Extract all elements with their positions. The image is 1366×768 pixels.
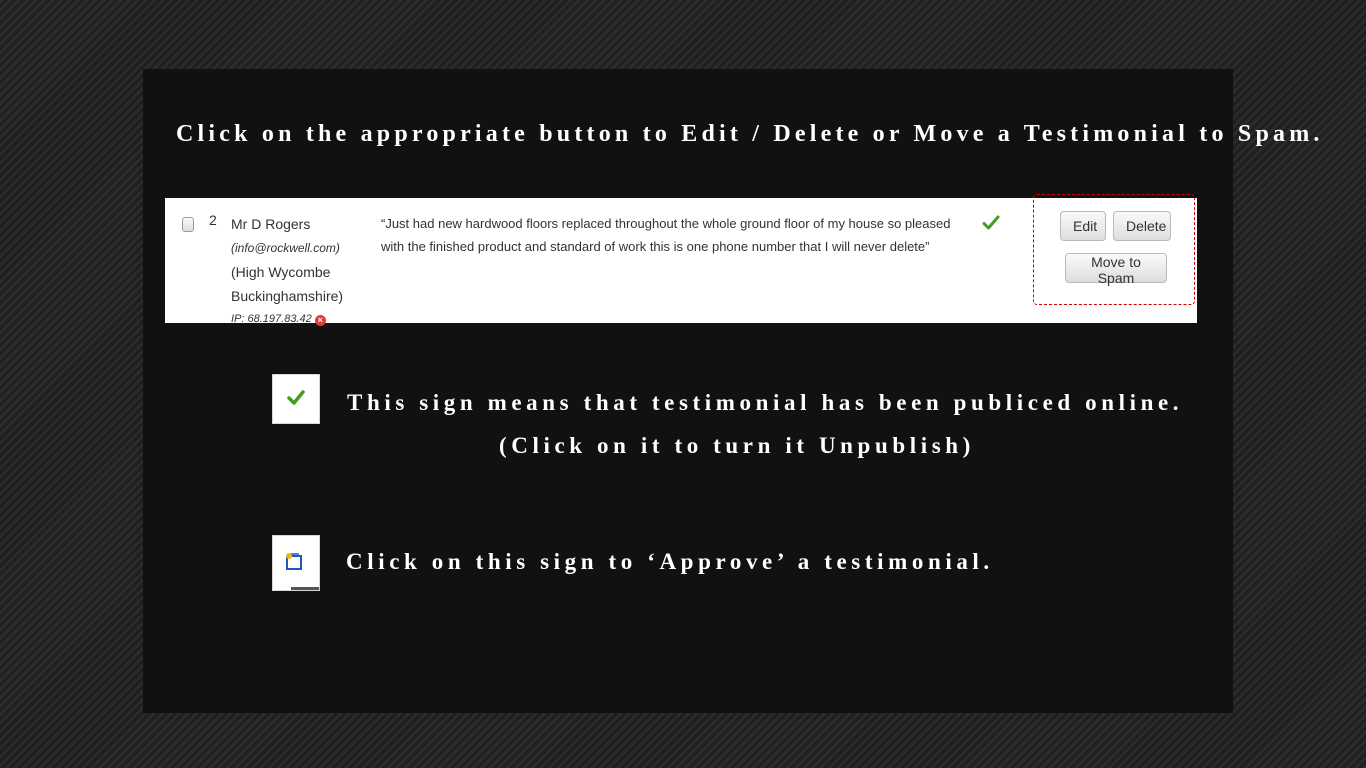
author-info: Mr D Rogers (info@rockwell.com) (High Wy… bbox=[231, 212, 343, 330]
unpublish-hint: (Click on it to turn it Unpublish) bbox=[499, 433, 975, 458]
block-ip-icon[interactable]: × bbox=[314, 315, 326, 326]
published-explanation: This sign means that testimonial has bee… bbox=[347, 390, 1184, 415]
tutorial-panel: Click on the appropriate button to Edit … bbox=[143, 69, 1319, 713]
action-buttons-highlight: Edit Delete Move to Spam bbox=[1033, 194, 1195, 305]
ip-address: IP: 68.197.83.42 bbox=[231, 313, 312, 325]
delete-button[interactable]: Delete bbox=[1113, 211, 1171, 241]
testimonial-row: 2 Mr D Rogers (info@rockwell.com) (High … bbox=[165, 194, 1197, 326]
testimonial-text: “Just had new hardwood floors replaced t… bbox=[381, 216, 951, 254]
author-location-line1: (High Wycombe bbox=[231, 264, 331, 280]
published-check-icon bbox=[272, 374, 320, 424]
publish-toggle-check-icon[interactable] bbox=[982, 214, 1000, 232]
approve-explanation: Click on this sign to ‘Approve’ a testim… bbox=[346, 549, 994, 574]
author-email: (info@rockwell.com) bbox=[231, 241, 340, 255]
approve-icon bbox=[272, 535, 320, 591]
author-ip: IP: 68.197.83.42 × bbox=[231, 308, 343, 330]
row-number: 2 bbox=[209, 212, 217, 228]
edit-button[interactable]: Edit bbox=[1060, 211, 1106, 241]
author-location-line2: Buckinghamshire) bbox=[231, 288, 344, 304]
author-name: Mr D Rogers bbox=[231, 216, 311, 232]
move-to-spam-button[interactable]: Move to Spam bbox=[1065, 253, 1167, 286]
row-select-checkbox[interactable] bbox=[182, 217, 194, 232]
instruction-heading: Click on the appropriate button to Edit … bbox=[176, 121, 1324, 147]
